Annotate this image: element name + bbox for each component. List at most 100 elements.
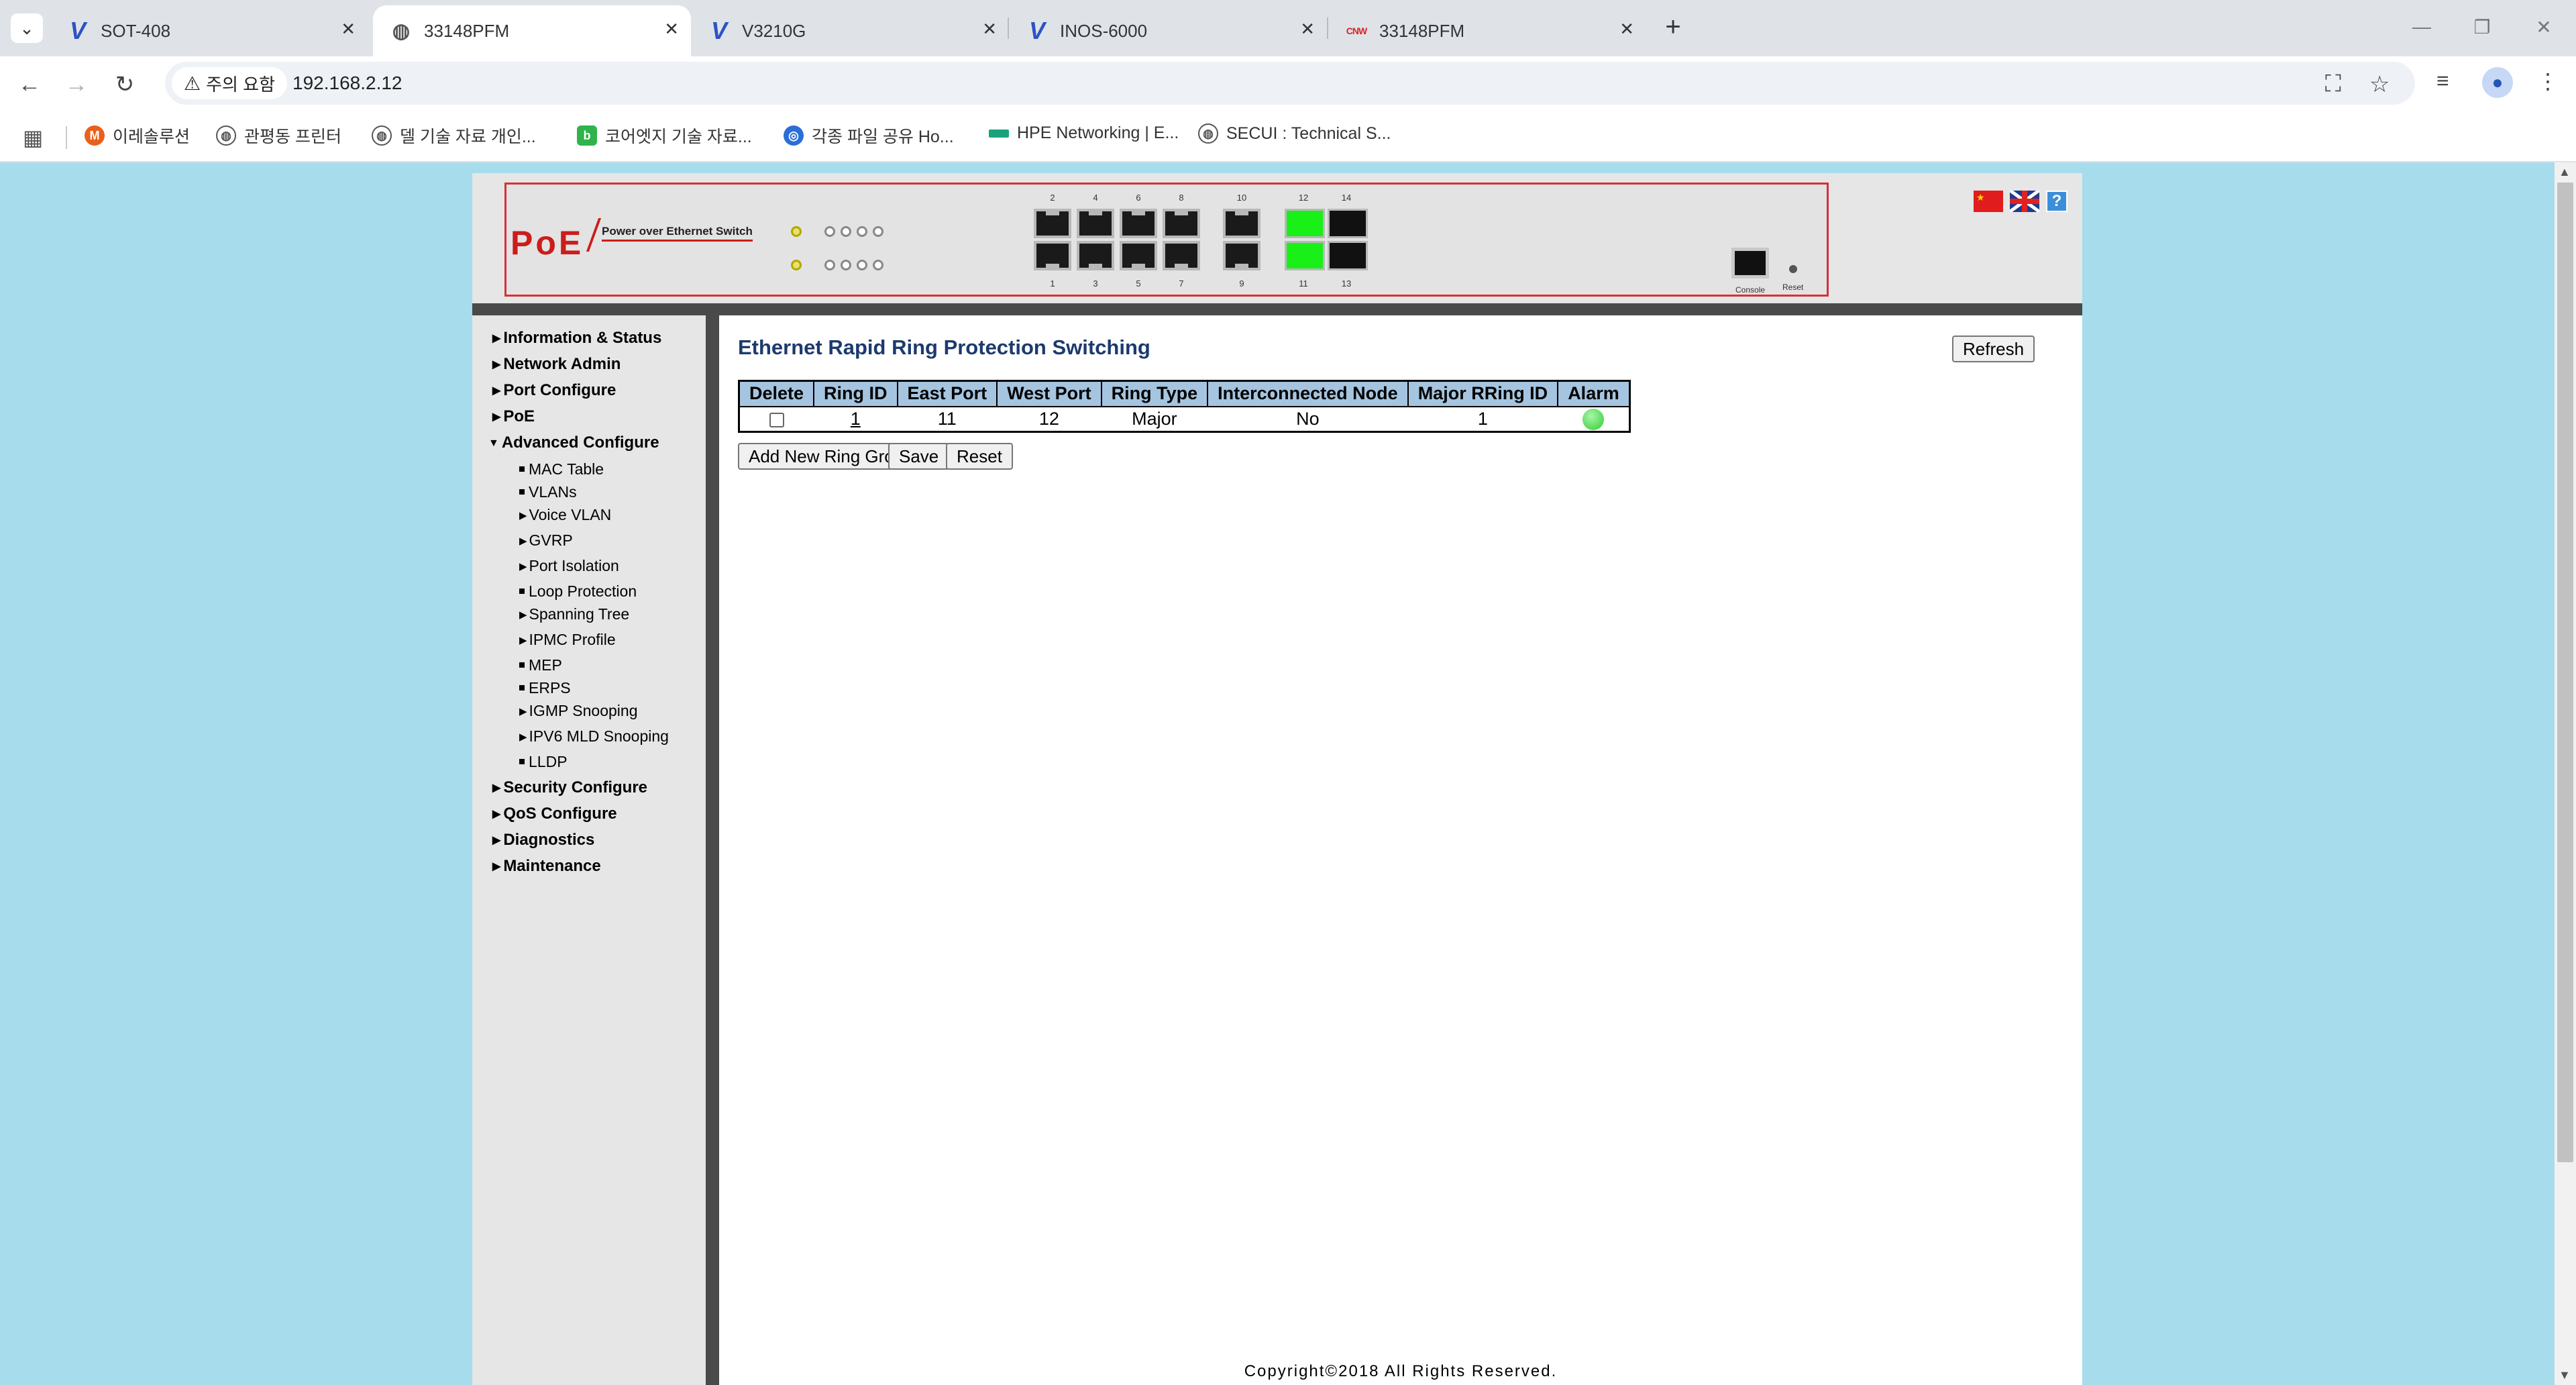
china-flag-icon[interactable]: ★ bbox=[1974, 191, 2003, 212]
rj45-port[interactable] bbox=[1077, 209, 1114, 238]
url-text[interactable]: 192.168.2.12 bbox=[292, 72, 402, 94]
sidebar-subitem-label: IGMP Snooping bbox=[529, 702, 638, 719]
omnibox[interactable]: ⚠ 주의 요함 192.168.2.12 ⛶ ☆ bbox=[165, 62, 2415, 105]
alarm-cell bbox=[1558, 407, 1629, 432]
forward-arrow-icon[interactable]: → bbox=[59, 68, 94, 101]
reset-button[interactable]: Reset bbox=[946, 443, 1013, 470]
share-favicon-icon: ◎ bbox=[784, 125, 804, 146]
browser-tab-5[interactable]: CNW 33148PFM ✕ bbox=[1328, 5, 1646, 56]
sidebar-subitem-ipv6-mld-snooping[interactable]: ▶ IPV6 MLD Snooping bbox=[519, 727, 669, 746]
bookmark-item[interactable]: ◎ 각종 파일 공유 Ho... bbox=[784, 123, 954, 148]
triangle-right-icon: ▶ bbox=[519, 609, 527, 621]
sfp-port-linked[interactable] bbox=[1285, 241, 1325, 270]
sidebar-subitem-loop-protection[interactable]: Loop Protection bbox=[519, 582, 637, 601]
port-number: 13 bbox=[1341, 278, 1352, 289]
delete-checkbox[interactable] bbox=[769, 412, 785, 427]
media-control-icon[interactable]: ≡ bbox=[2436, 68, 2449, 93]
sidebar-subitem-erps[interactable]: ERPS bbox=[519, 679, 571, 697]
apps-grid-icon[interactable]: ▦ bbox=[23, 125, 43, 150]
v-logo-icon: V bbox=[1028, 17, 1045, 44]
browser-tab-2[interactable]: ◍ 33148PFM ✕ bbox=[373, 5, 691, 56]
bookmark-item[interactable]: ◍ SECUI : Technical S... bbox=[1198, 123, 1391, 144]
console-label: Console bbox=[1735, 285, 1766, 295]
pwr-led bbox=[791, 226, 802, 237]
sidebar-subitem-ipmc-profile[interactable]: ▶ IPMC Profile bbox=[519, 631, 616, 649]
scroll-thumb[interactable] bbox=[2557, 183, 2573, 1162]
bookmark-item[interactable]: b 코어엣지 기술 자료... bbox=[577, 123, 752, 148]
tab-search-chevron-icon[interactable]: ⌄ bbox=[11, 13, 43, 43]
bookmark-star-icon[interactable]: ☆ bbox=[2369, 71, 2390, 98]
bookmark-item[interactable]: HPE Networking | E... bbox=[989, 123, 1179, 143]
bookmark-item[interactable]: ◍ 관평동 프린터 bbox=[216, 123, 341, 148]
minimize-icon[interactable]: — bbox=[2402, 9, 2442, 44]
sidebar-item-diagnostics[interactable]: ▶ Diagnostics bbox=[492, 831, 594, 850]
sidebar-item-information-status[interactable]: ▶ Information & Status bbox=[492, 329, 661, 348]
bullet-square-icon bbox=[519, 662, 525, 668]
refresh-button[interactable]: Refresh bbox=[1952, 336, 2035, 362]
sidebar-subitem-spanning-tree[interactable]: ▶ Spanning Tree bbox=[519, 605, 629, 623]
translate-icon[interactable]: ⛶ bbox=[2325, 71, 2341, 97]
sidebar-item-network-admin[interactable]: ▶ Network Admin bbox=[492, 355, 621, 374]
security-warning-chip[interactable]: ⚠ 주의 요함 bbox=[172, 67, 288, 99]
bookmark-item[interactable]: M 이레솔루션 bbox=[85, 123, 190, 148]
close-icon[interactable]: ✕ bbox=[341, 19, 356, 40]
close-icon[interactable]: ✕ bbox=[982, 19, 997, 40]
sidebar-item-security-configure[interactable]: ▶ Security Configure bbox=[492, 778, 647, 797]
sidebar-subitem-vlans[interactable]: VLANs bbox=[519, 483, 577, 501]
restore-icon[interactable]: ❐ bbox=[2462, 9, 2502, 44]
page-scrollbar[interactable]: ▲ ▼ bbox=[2555, 162, 2576, 1385]
sfp-port[interactable] bbox=[1328, 209, 1368, 238]
sidebar-item-port-configure[interactable]: ▶ Port Configure bbox=[492, 381, 616, 400]
sidebar-subitem-label: Spanning Tree bbox=[529, 605, 630, 623]
rj45-port[interactable] bbox=[1034, 209, 1071, 238]
sidebar-item-maintenance[interactable]: ▶ Maintenance bbox=[492, 857, 601, 876]
sfp-port[interactable] bbox=[1328, 241, 1368, 270]
scroll-up-arrow-icon[interactable]: ▲ bbox=[2559, 165, 2571, 179]
rj45-port[interactable] bbox=[1223, 209, 1260, 238]
sidebar-item-qos-configure[interactable]: ▶ QoS Configure bbox=[492, 805, 617, 823]
triangle-right-icon: ▶ bbox=[519, 635, 527, 646]
scroll-down-arrow-icon[interactable]: ▼ bbox=[2559, 1368, 2571, 1382]
close-icon[interactable]: ✕ bbox=[1300, 19, 1315, 40]
rj45-port[interactable] bbox=[1034, 241, 1071, 270]
close-icon[interactable]: ✕ bbox=[664, 19, 679, 40]
rj45-port[interactable] bbox=[1077, 241, 1114, 270]
sidebar-item-advanced-configure[interactable]: ▼ Advanced Configure bbox=[488, 433, 659, 452]
bookmark-item[interactable]: ◍ 델 기술 자료 개인... bbox=[372, 123, 536, 148]
sidebar-subitem-mep[interactable]: MEP bbox=[519, 656, 562, 674]
sidebar-item-poe[interactable]: ▶ PoE bbox=[492, 407, 535, 426]
sidebar-subitem-voice-vlan[interactable]: ▶ Voice VLAN bbox=[519, 506, 611, 524]
browser-tab-3[interactable]: V V3210G ✕ bbox=[691, 5, 1009, 56]
globe-icon: ◍ bbox=[392, 19, 411, 42]
sidebar-subitem-lldp[interactable]: LLDP bbox=[519, 753, 568, 771]
rj45-port[interactable] bbox=[1223, 241, 1260, 270]
rj45-port[interactable] bbox=[1120, 209, 1157, 238]
tab-title: 33148PFM bbox=[424, 20, 510, 41]
sidebar-subitem-port-isolation[interactable]: ▶ Port Isolation bbox=[519, 557, 619, 575]
sidebar-subitem-gvrp[interactable]: ▶ GVRP bbox=[519, 531, 573, 550]
sidebar-subitem-label: Loop Protection bbox=[529, 582, 637, 600]
save-button[interactable]: Save bbox=[888, 443, 950, 470]
sfp-port-linked[interactable] bbox=[1285, 209, 1325, 238]
sidebar-subitem-igmp-snooping[interactable]: ▶ IGMP Snooping bbox=[519, 702, 638, 720]
window-close-icon[interactable]: ✕ bbox=[2524, 9, 2564, 44]
uk-flag-icon[interactable] bbox=[2010, 191, 2039, 212]
globe-icon: ◍ bbox=[1198, 123, 1218, 144]
rj45-port[interactable] bbox=[1163, 209, 1200, 238]
ring-id-link[interactable]: 1 bbox=[851, 409, 861, 429]
rj45-port[interactable] bbox=[1163, 241, 1200, 270]
browser-tab-1[interactable]: V SOT-408 ✕ bbox=[50, 5, 368, 56]
rj45-port[interactable] bbox=[1120, 241, 1157, 270]
help-icon[interactable]: ? bbox=[2046, 191, 2068, 212]
triangle-right-icon: ▶ bbox=[519, 731, 527, 743]
browser-tab-4[interactable]: V INOS-6000 ✕ bbox=[1009, 5, 1327, 56]
close-icon[interactable]: ✕ bbox=[1619, 19, 1634, 40]
back-arrow-icon[interactable]: ← bbox=[12, 68, 47, 101]
sidebar-subitem-mac-table[interactable]: MAC Table bbox=[519, 460, 604, 478]
port-number: 14 bbox=[1341, 193, 1352, 203]
reload-icon[interactable]: ↻ bbox=[107, 68, 142, 101]
profile-avatar-icon[interactable]: ● bbox=[2482, 67, 2513, 98]
more-menu-icon[interactable]: ⋮ bbox=[2537, 68, 2559, 94]
tab-title: INOS-6000 bbox=[1060, 20, 1148, 41]
new-tab-icon[interactable]: + bbox=[1657, 8, 1689, 46]
